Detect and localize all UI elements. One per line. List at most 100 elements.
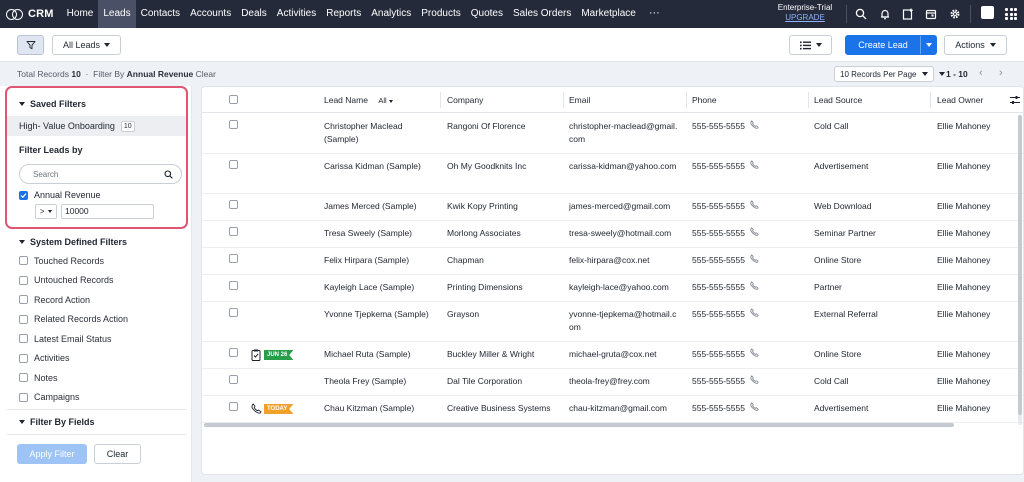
calendar-icon[interactable] (922, 5, 940, 23)
cell-name[interactable]: Michael Ruta (Sample) (324, 348, 436, 361)
row-checkbox[interactable] (229, 254, 238, 263)
add-entry-icon[interactable] (899, 5, 917, 23)
phone-call-icon[interactable] (750, 308, 759, 321)
phone-call-icon[interactable] (750, 227, 759, 240)
cell-name[interactable]: Felix Hirpara (Sample) (324, 254, 436, 267)
system-filter-item[interactable]: Record Action (19, 290, 128, 310)
phone-call-icon[interactable] (750, 375, 759, 388)
table-row[interactable]: James Merced (Sample) Kwik Kopy Printing j… (202, 194, 1023, 221)
bell-icon[interactable] (876, 5, 894, 23)
cell-name[interactable]: Chau Kitzman (Sample) (324, 402, 436, 415)
cell-name[interactable]: Yvonne Tjepkema (Sample) (324, 308, 436, 321)
row-checkbox[interactable] (229, 402, 238, 411)
column-header-phone[interactable]: Phone (692, 87, 717, 113)
call-activity-icon[interactable] (251, 403, 262, 416)
nav-item-products[interactable]: Products (416, 0, 465, 28)
nav-item-quotes[interactable]: Quotes (466, 0, 508, 28)
phone-call-icon[interactable] (750, 402, 759, 415)
row-checkbox[interactable] (229, 308, 238, 317)
scrollbar-thumb[interactable] (1018, 115, 1022, 415)
clear-filter-button[interactable]: Clear (94, 444, 141, 464)
phone-call-icon[interactable] (750, 120, 759, 133)
filter-toggle-button[interactable] (17, 35, 44, 55)
column-settings-icon[interactable] (1010, 96, 1020, 106)
row-checkbox[interactable] (229, 200, 238, 209)
saved-filters-header[interactable]: Saved Filters (19, 99, 86, 109)
next-page-icon[interactable]: › (999, 67, 1003, 79)
row-checkbox[interactable] (229, 281, 238, 290)
cell-email[interactable]: chau-kitzman@gmail.com (569, 402, 681, 415)
saved-filter-item[interactable]: High- Value Onboarding 10 (7, 116, 186, 136)
upgrade-link[interactable]: UPGRADE (770, 13, 840, 23)
cell-email[interactable]: yvonne-tjepkema@hotmail.com (569, 308, 681, 334)
nav-item-reports[interactable]: Reports (321, 0, 366, 28)
gear-icon[interactable] (946, 5, 964, 23)
nav-item-home[interactable]: Home (62, 0, 99, 28)
cell-name[interactable]: Kayleigh Lace (Sample) (324, 281, 436, 294)
cell-email[interactable]: james-merced@gmail.com (569, 200, 681, 213)
nav-more-icon[interactable]: ··· (641, 0, 668, 28)
table-row[interactable]: TODAY Chau Kitzman (Sample) Creative Busin… (202, 396, 1023, 423)
system-filter-item[interactable]: Campaigns (19, 388, 128, 408)
phone-call-icon[interactable] (750, 160, 759, 173)
create-lead-button[interactable]: Create Lead (845, 35, 937, 55)
table-row[interactable]: Kayleigh Lace (Sample) Printing Dimension… (202, 275, 1023, 302)
annual-revenue-filter[interactable]: Annual Revenue (19, 190, 101, 200)
system-filter-checkbox[interactable] (19, 295, 28, 305)
select-all-checkbox[interactable] (229, 95, 238, 104)
table-row[interactable]: JUN 26 Michael Ruta (Sample) Buckley Mille… (202, 342, 1023, 369)
phone-call-icon[interactable] (750, 200, 759, 213)
annual-revenue-checkbox[interactable] (19, 190, 28, 200)
row-checkbox[interactable] (229, 160, 238, 169)
system-filter-checkbox[interactable] (19, 275, 28, 285)
column-header-company[interactable]: Company (447, 87, 483, 113)
table-row[interactable]: Carissa Kidman (Sample) Oh My Goodknits I… (202, 154, 1023, 194)
system-filter-item[interactable]: Notes (19, 368, 128, 388)
column-header-email[interactable]: Email (569, 87, 590, 113)
list-view-button[interactable] (789, 35, 832, 55)
phone-call-icon[interactable] (750, 281, 759, 294)
column-header-lead-owner[interactable]: Lead Owner (937, 87, 983, 113)
apply-filter-button[interactable]: Apply Filter (17, 444, 87, 464)
view-selector[interactable]: All Leads (52, 35, 121, 55)
nav-item-accounts[interactable]: Accounts (185, 0, 236, 28)
cell-email[interactable]: michael-gruta@cox.net (569, 348, 681, 361)
system-filter-item[interactable]: Touched Records (19, 251, 128, 271)
nav-item-activities[interactable]: Activities (272, 0, 321, 28)
cell-email[interactable]: carissa-kidman@yahoo.com (569, 160, 681, 173)
nav-item-sales-orders[interactable]: Sales Orders (508, 0, 576, 28)
table-row[interactable]: Tresa Sweely (Sample) Morlong Associates t… (202, 221, 1023, 248)
cell-email[interactable]: christopher-maclead@gmail.com (569, 120, 681, 146)
page-range-dropdown-icon[interactable] (939, 72, 945, 76)
search-icon[interactable] (852, 5, 870, 23)
system-filter-checkbox[interactable] (19, 314, 28, 324)
phone-call-icon[interactable] (750, 254, 759, 267)
row-checkbox[interactable] (229, 375, 238, 384)
vertical-scrollbar[interactable] (1018, 115, 1022, 425)
cell-email[interactable]: theola-frey@frey.com (569, 375, 681, 388)
column-header-lead-name[interactable]: Lead Name All (324, 87, 393, 113)
system-filter-checkbox[interactable] (19, 256, 28, 266)
column-header-lead-source[interactable]: Lead Source (814, 87, 862, 113)
nav-item-contacts[interactable]: Contacts (136, 0, 185, 28)
horizontal-scrollbar[interactable] (204, 423, 954, 427)
table-row[interactable]: Yvonne Tjepkema (Sample) Grayson yvonne-tj… (202, 302, 1023, 342)
create-lead-dropdown[interactable] (920, 36, 936, 54)
nav-item-analytics[interactable]: Analytics (366, 0, 416, 28)
system-filter-checkbox[interactable] (19, 353, 28, 363)
nav-item-deals[interactable]: Deals (236, 0, 272, 28)
apps-grid-icon[interactable] (1005, 8, 1017, 20)
filter-search-input[interactable]: Search (19, 164, 182, 184)
table-row[interactable]: Theola Frey (Sample) Dal Tile Corporation… (202, 369, 1023, 396)
nav-item-leads[interactable]: Leads (98, 0, 136, 28)
cell-name[interactable]: Christopher Maclead (Sample) (324, 120, 436, 146)
system-filter-checkbox[interactable] (19, 392, 28, 402)
cell-name[interactable]: Tresa Sweely (Sample) (324, 227, 436, 240)
table-row[interactable]: Christopher Maclead (Sample) Rangoni Of F… (202, 114, 1023, 154)
row-checkbox[interactable] (229, 120, 238, 129)
filter-by-fields-header[interactable]: Filter By Fields (19, 417, 95, 427)
avatar[interactable] (981, 6, 994, 19)
cell-email[interactable]: felix-hirpara@cox.net (569, 254, 681, 267)
cell-name[interactable]: Theola Frey (Sample) (324, 375, 436, 388)
brand[interactable]: CRM (0, 0, 62, 28)
